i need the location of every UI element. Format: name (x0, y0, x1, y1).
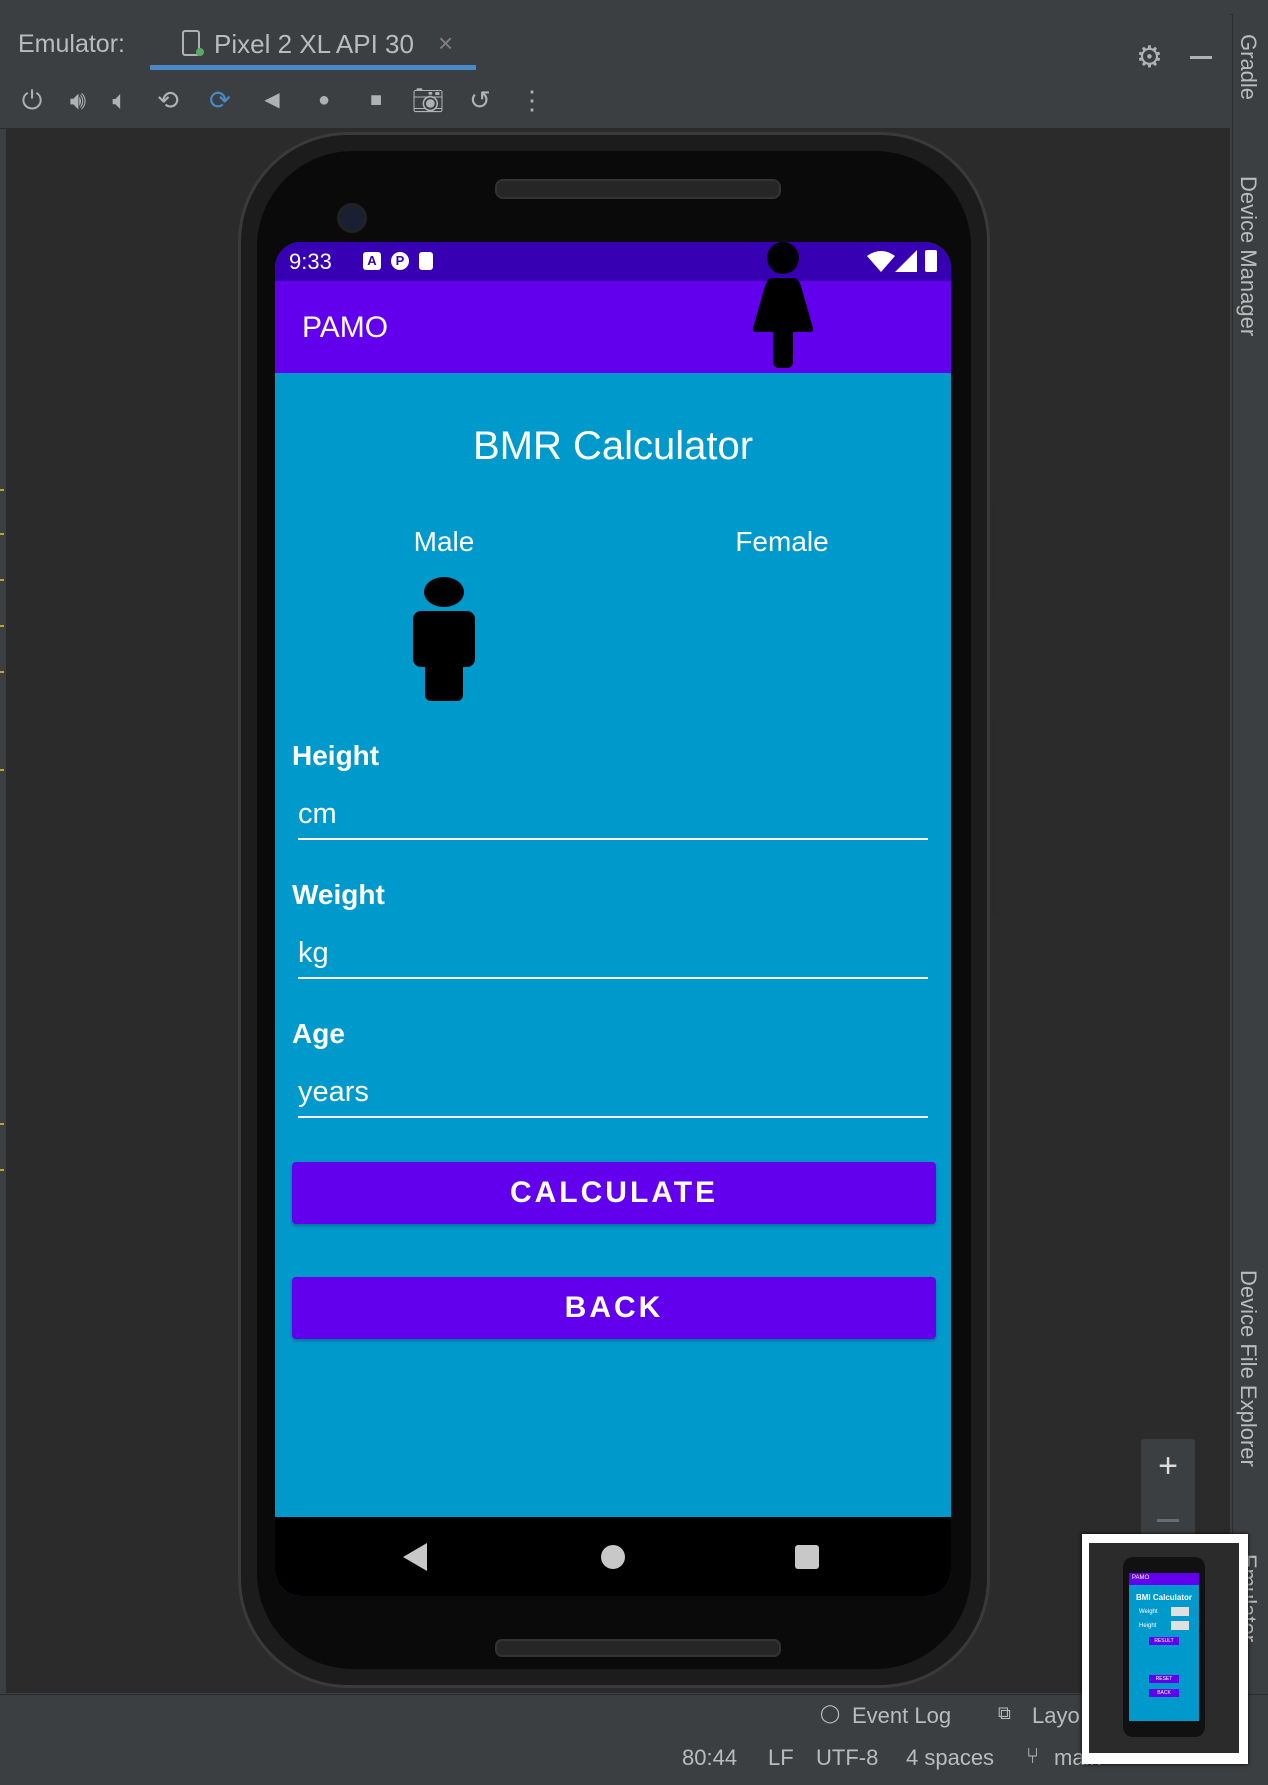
gutter-marker (0, 769, 4, 771)
notification-a-icon: A (363, 252, 381, 270)
age-field[interactable] (298, 1070, 928, 1118)
age-label: Age (292, 1018, 345, 1049)
device-tab-label: Pixel 2 XL API 30 (214, 29, 414, 59)
home-icon[interactable]: ● (306, 82, 342, 118)
preview-app-bar: PAMO (1129, 1573, 1199, 1585)
snapshot-icon[interactable]: ↺ (462, 82, 498, 118)
weight-input[interactable] (298, 931, 928, 975)
preview-reset-button: RESET (1149, 1675, 1179, 1683)
gutter-marker (0, 671, 4, 673)
gutter-marker (0, 579, 4, 581)
wifi-icon (867, 251, 895, 272)
preview-back-button: BACK (1149, 1689, 1179, 1697)
event-log-icon: ◯ (820, 1703, 841, 1723)
back-button[interactable]: BACK (292, 1277, 936, 1339)
status-time: 9:33 (289, 249, 332, 274)
calculate-button[interactable]: CALCULATE (292, 1162, 936, 1224)
more-icon[interactable]: ⋮ (514, 82, 550, 118)
male-label: Male (413, 526, 475, 557)
preview-back-label: BACK (1157, 1690, 1171, 1696)
gutter-marker (0, 1123, 4, 1125)
zoom-out-icon[interactable] (1157, 1519, 1179, 1522)
indent-setting[interactable]: 4 spaces (906, 1745, 994, 1771)
gear-icon[interactable]: ⚙ (1136, 40, 1163, 75)
male-icon[interactable] (412, 577, 476, 701)
layout-inspector-link[interactable]: Layo (1032, 1703, 1080, 1729)
emulator-label: Emulator: (18, 30, 125, 58)
weight-field[interactable] (298, 931, 928, 979)
back-icon[interactable]: ◀ (254, 82, 290, 118)
close-tab-icon[interactable]: × (438, 28, 453, 59)
preview-height-label: Height (1139, 1623, 1157, 1629)
android-status-bar: 9:33 A P (275, 242, 951, 281)
preview-height-field (1171, 1621, 1189, 1630)
ide-top-strip (0, 0, 1268, 15)
bottom-speaker (495, 1639, 781, 1657)
weight-label: Weight (292, 879, 385, 910)
age-input[interactable] (298, 1070, 928, 1114)
layout-inspector-icon: ⧉ (998, 1703, 1011, 1723)
screenshot-icon[interactable]: 📷︎ (410, 82, 446, 118)
rotate-right-icon[interactable]: ⟳ (202, 82, 238, 118)
git-branch-icon: ⑂ (1026, 1743, 1040, 1768)
ide-status-bar: ◯ Event Log ⧉ Layo 80:44 LF UTF-8 4 spac… (0, 1694, 1268, 1785)
preview-weight-label: Weight (1139, 1609, 1158, 1615)
gutter-marker (0, 1169, 4, 1171)
emulator-tab-bar: Emulator: Pixel 2 XL API 30 × ⚙ (0, 14, 1230, 75)
female-icon[interactable] (751, 242, 815, 368)
emulator-toolbar: ⏻ 🔊︎ 🔈︎ ⟲ ⟳ ◀ ● ■ 📷︎ ↺ ⋮ (0, 72, 1230, 129)
battery-icon (925, 250, 937, 272)
height-field[interactable] (298, 792, 928, 840)
line-ending[interactable]: LF (768, 1745, 794, 1771)
preview-weight-field (1171, 1607, 1189, 1616)
android-nav-bar (275, 1517, 951, 1596)
top-speaker (495, 179, 781, 199)
volume-side-button (992, 720, 998, 916)
nav-overview-icon[interactable] (795, 1545, 819, 1569)
notification-app-icon: P (391, 252, 409, 270)
screen-title: BMR Calculator (472, 424, 754, 468)
gradle-tab[interactable]: Gradle (1235, 34, 1261, 100)
preview-title: BMI Calculator (1135, 1593, 1192, 1602)
volume-up-icon[interactable]: 🔊︎ (60, 82, 96, 118)
active-tab-indicator (150, 65, 476, 70)
device-tab[interactable]: Pixel 2 XL API 30 × (150, 14, 476, 70)
minimize-icon[interactable] (1190, 56, 1212, 59)
rotate-left-icon[interactable]: ⟲ (150, 82, 186, 118)
nav-home-icon[interactable] (601, 1545, 625, 1569)
power-icon[interactable]: ⏻ (14, 82, 50, 118)
sd-card-icon (419, 252, 433, 270)
female-label: Female (735, 526, 829, 557)
app-bar: PAMO (275, 281, 951, 373)
preview-result-label: RESULT (1154, 1638, 1174, 1644)
phone-screen: 9:33 A P PAMO BMR Calculator Male Female… (275, 242, 951, 1596)
gutter-marker (0, 489, 4, 491)
power-side-button (992, 504, 998, 600)
overview-icon[interactable]: ■ (358, 82, 394, 118)
preview-result-button: RESULT (1149, 1637, 1179, 1645)
zoom-in-icon[interactable]: + (1141, 1447, 1195, 1486)
cell-signal-icon (895, 250, 917, 272)
cursor-position[interactable]: 80:44 (682, 1745, 737, 1771)
preview-app-title: PAMO (1132, 1575, 1150, 1581)
front-camera (337, 203, 367, 233)
nav-back-icon[interactable] (403, 1543, 427, 1571)
height-label: Height (292, 740, 380, 771)
device-file-explorer-tab[interactable]: Device File Explorer (1235, 1270, 1261, 1467)
preview-reset-label: RESET (1155, 1676, 1173, 1682)
volume-down-icon[interactable]: 🔈︎ (102, 82, 138, 118)
running-indicator-icon (196, 48, 204, 56)
height-input[interactable] (298, 792, 928, 836)
emulator-preview-thumbnail[interactable]: PAMO BMI Calculator Weight Height RESULT… (1082, 1534, 1248, 1764)
gutter-marker (0, 625, 4, 627)
app-title: PAMO (302, 311, 389, 344)
event-log-link[interactable]: Event Log (852, 1703, 951, 1729)
gutter-marker (0, 533, 4, 535)
file-encoding[interactable]: UTF-8 (816, 1745, 878, 1771)
device-manager-tab[interactable]: Device Manager (1235, 176, 1261, 336)
right-tool-strip: Gradle Device Manager Device File Explor… (1232, 14, 1268, 1694)
